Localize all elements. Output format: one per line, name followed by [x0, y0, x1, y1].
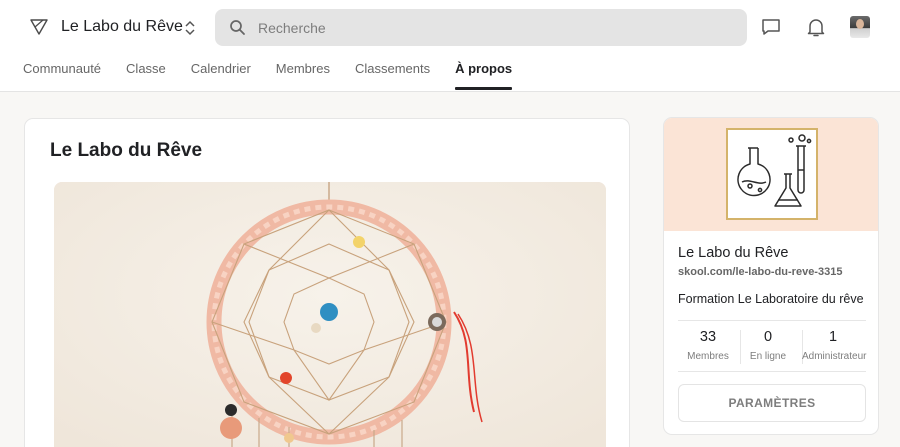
flask-icon — [737, 134, 812, 207]
stat-admins[interactable]: 1 Administrateur — [802, 329, 867, 362]
settings-button[interactable]: PARAMÈTRES — [678, 384, 866, 422]
stat-members[interactable]: 33 Membres — [677, 329, 739, 362]
chevron-updown-icon[interactable] — [183, 18, 197, 38]
tab-calendrier[interactable]: Calendrier — [191, 61, 251, 90]
tab-classements[interactable]: Classements — [355, 61, 430, 90]
tab-membres[interactable]: Membres — [276, 61, 330, 90]
search-icon — [230, 20, 245, 35]
stat-value: 1 — [828, 329, 838, 345]
tab-communaute[interactable]: Communauté — [23, 61, 101, 90]
nav-tabs: Communauté Classe Calendrier Membres Cla… — [23, 61, 537, 92]
top-header: Le Labo du Rêve Communauté Classe Calend… — [0, 0, 900, 92]
divider — [678, 371, 866, 372]
community-logo — [726, 128, 818, 220]
community-url[interactable]: skool.com/le-labo-du-reve-3315 — [678, 266, 842, 278]
stat-label: En ligne — [749, 351, 787, 362]
community-name[interactable]: Le Labo du Rêve — [61, 18, 183, 36]
dreamcatcher-illustration — [54, 182, 606, 447]
stat-online[interactable]: 0 En ligne — [737, 329, 799, 362]
chat-icon[interactable] — [760, 16, 782, 38]
community-info-card: Le Labo du Rêve skool.com/le-labo-du-rev… — [663, 117, 879, 435]
about-card: Le Labo du Rêve — [24, 118, 630, 447]
avatar[interactable] — [850, 16, 870, 38]
community-description: Formation Le Laboratoire du rêve — [678, 292, 864, 306]
stat-value: 33 — [699, 329, 717, 345]
stat-label: Membres — [687, 351, 729, 362]
tab-classe[interactable]: Classe — [126, 61, 166, 90]
triangle-logo-icon[interactable] — [30, 18, 48, 36]
community-title: Le Labo du Rêve — [678, 245, 789, 261]
divider — [678, 320, 866, 321]
stat-label: Administrateur — [802, 351, 867, 362]
search-input[interactable] — [258, 9, 728, 46]
community-cover — [664, 118, 878, 231]
bell-icon[interactable] — [805, 16, 827, 38]
cover-image[interactable] — [54, 182, 606, 447]
tab-a-propos[interactable]: À propos — [455, 61, 513, 90]
page-title: Le Labo du Rêve — [50, 140, 203, 161]
stat-value: 0 — [763, 329, 773, 345]
